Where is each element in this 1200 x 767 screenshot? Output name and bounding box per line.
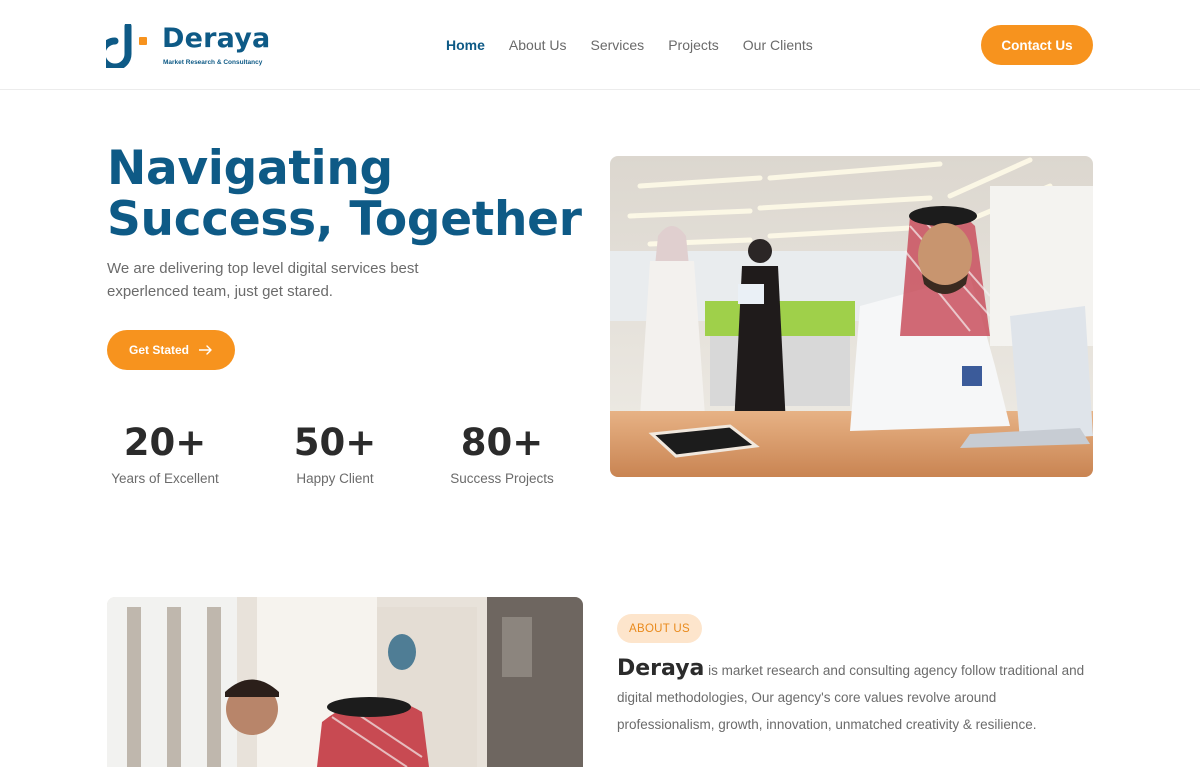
hero-office-photo [610,156,1093,477]
stat-clients: 50+ Happy Client [287,420,383,486]
about-brand-name: Deraya [617,656,705,681]
site-header: Deraya Market Research & Consultancy Hom… [0,0,1200,90]
hero-title: Navigating Success, Together [107,143,587,245]
hero-title-line-1: Navigating [107,141,393,196]
stat-label: Success Projects [450,471,554,486]
stat-label: Happy Client [296,471,374,486]
nav-item-services[interactable]: Services [591,35,645,55]
stat-value: 50+ [293,421,377,464]
main-nav: Home About Us Services Projects Our Clie… [446,35,813,55]
hero-subtitle: We are delivering top level digital serv… [107,260,419,300]
stat-projects: 80+ Success Projects [443,420,561,486]
nav-item-our-clients[interactable]: Our Clients [743,35,813,55]
about-description: Deraya is market research and consulting… [617,655,1097,738]
about-office-photo [107,597,583,767]
get-started-button[interactable]: Get Stated [107,330,235,370]
brand-name: Deraya [162,23,271,54]
brand-logo[interactable]: Deraya Market Research & Consultancy [106,22,276,70]
get-started-label: Get Stated [128,343,189,357]
about-us-badge: ABOUT US [617,614,702,643]
stat-years: 20+ Years of Excellent [106,420,224,486]
nav-item-home[interactable]: Home [446,35,485,55]
arrow-right-icon [199,345,212,355]
stat-label: Years of Excellent [111,471,219,486]
stat-value: 80+ [460,421,544,464]
nav-item-projects[interactable]: Projects [668,35,719,55]
contact-us-button[interactable]: Contact Us [981,25,1093,65]
hero-title-line-2: Success, Together [107,192,582,247]
deraya-logo-mark-icon [106,24,147,68]
nav-item-about-us[interactable]: About Us [509,35,567,55]
brand-tagline: Market Research & Consultancy [163,59,263,66]
stat-value: 20+ [123,421,207,464]
